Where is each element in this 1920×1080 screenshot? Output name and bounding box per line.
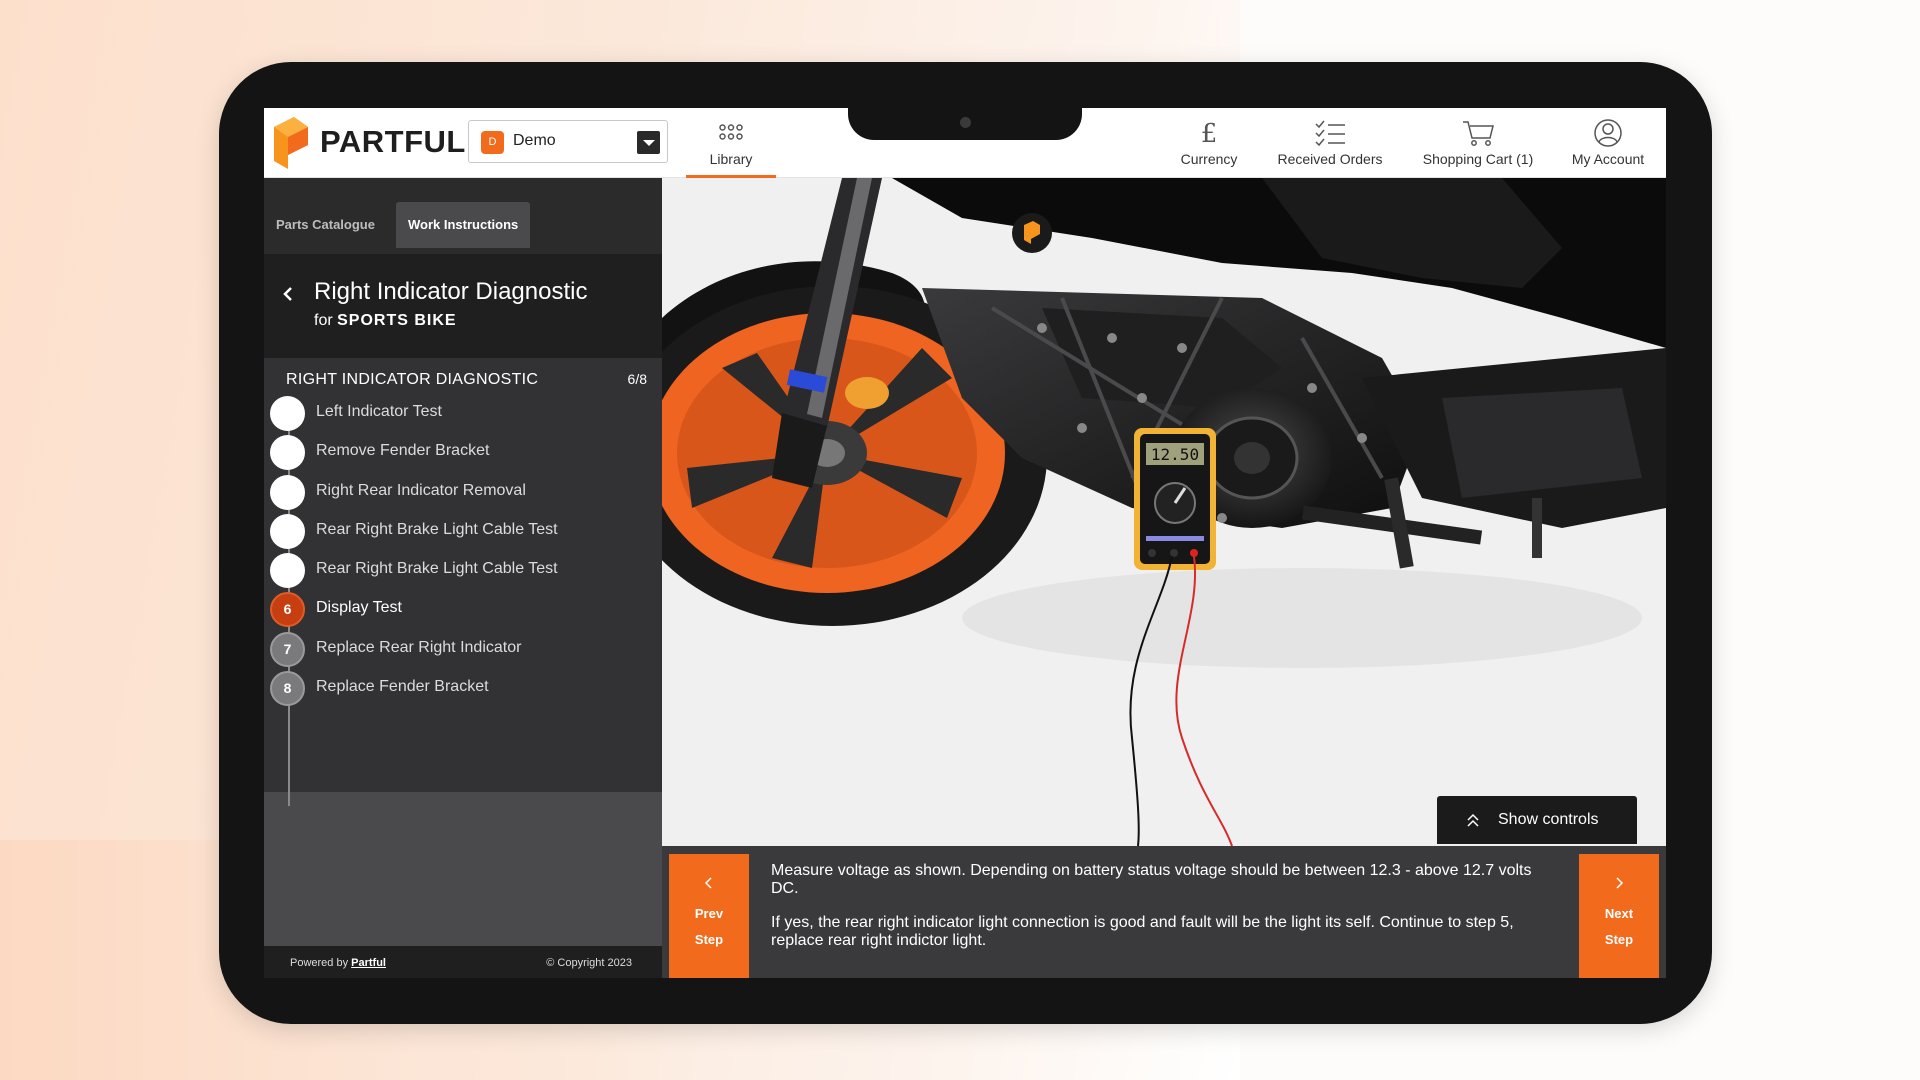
camera-icon [960, 117, 971, 128]
nav-my-account[interactable]: My Account [1560, 114, 1656, 178]
prev-step-button[interactable]: Prev Step [669, 854, 749, 978]
user-account-icon [1594, 119, 1622, 147]
step-number-badge: 7 [270, 631, 305, 667]
show-controls-label: Show controls [1498, 811, 1599, 828]
step-number-badge [270, 513, 305, 549]
instruction-bar: Prev Step Measure voltage as shown. Depe… [662, 846, 1666, 978]
procedure-subtitle: for SPORTS BIKE [314, 312, 457, 330]
copyright-text: © Copyright 2023 [546, 957, 632, 969]
nav-currency-label: Currency [1180, 151, 1238, 167]
step-label: Replace Rear Right Indicator [316, 638, 522, 656]
sidebar: Parts Catalogue Work Instructions Right … [264, 178, 662, 978]
chevron-right-icon [1616, 877, 1624, 889]
instruction-paragraph-1: Measure voltage as shown. Depending on b… [771, 862, 1532, 897]
step-number-badge [270, 396, 305, 431]
tab-parts-catalogue[interactable]: Parts Catalogue [264, 202, 387, 248]
procedure-title: Right Indicator Diagnostic [314, 278, 588, 305]
partful-badge [1012, 213, 1052, 253]
project-name: Demo [513, 132, 556, 149]
back-arrow-icon[interactable] [276, 282, 300, 306]
project-badge: D [481, 131, 504, 154]
step-item[interactable]: 7 Replace Rear Right Indicator [270, 631, 650, 667]
step-label: Remove Fender Bracket [316, 442, 490, 460]
library-grid-icon [719, 124, 743, 140]
step-item[interactable]: Left Indicator Test [270, 395, 650, 431]
nav-received-orders-label: Received Orders [1277, 151, 1383, 167]
3d-viewer[interactable]: 12.50 Show controls [662, 178, 1666, 846]
powered-by: Powered by Partful [290, 957, 386, 969]
step-label: Left Indicator Test [316, 403, 442, 420]
steps-panel: RIGHT INDICATOR DIAGNOSTIC 6/8 Left Indi… [264, 358, 662, 806]
chevron-left-icon [704, 877, 712, 889]
instruction-paragraph-2: If yes, the rear right indicator light c… [771, 914, 1514, 949]
step-number-badge [270, 435, 305, 471]
svg-text:£: £ [1201, 119, 1218, 148]
procedure-header: Right Indicator Diagnostic for SPORTS BI… [264, 254, 662, 358]
step-label: Display Test [316, 599, 402, 617]
procedure-for-label: for [314, 312, 333, 329]
nav-my-account-label: My Account [1571, 151, 1645, 167]
step-item[interactable]: Rear Right Brake Light Cable Test [270, 513, 650, 549]
nav-library-label: Library [709, 151, 753, 167]
steps-heading: RIGHT INDICATOR DIAGNOSTIC [286, 371, 539, 388]
prev-step-label-1: Prev [694, 906, 724, 921]
nav-shopping-cart[interactable]: Shopping Cart (1) [1411, 114, 1545, 178]
step-label: Rear Right Brake Light Cable Test [316, 520, 558, 538]
step-number-badge: 6 [270, 592, 305, 628]
show-controls-button[interactable]: Show controls [1437, 796, 1637, 844]
chevron-down-icon[interactable] [637, 131, 660, 154]
step-label: Replace Fender Bracket [316, 677, 489, 695]
powered-by-prefix: Powered by [290, 957, 349, 969]
nav-shopping-cart-label: Shopping Cart (1) [1422, 151, 1534, 167]
partful-logo-icon [274, 117, 308, 169]
app-screen: PARTFUL D Demo Library £ Currency Receiv… [264, 108, 1666, 978]
multimeter-reading: 12.50 [1151, 445, 1199, 464]
step-number-badge: 8 [270, 670, 305, 706]
multimeter[interactable]: 12.50 [1134, 428, 1216, 570]
next-step-label-1: Next [1604, 906, 1634, 921]
step-item[interactable]: Remove Fender Bracket [270, 434, 650, 471]
shopping-cart-icon [1463, 121, 1494, 146]
instruction-text: Measure voltage as shown. Depending on b… [771, 862, 1561, 966]
step-number-badge [270, 474, 305, 510]
step-item[interactable]: Right Rear Indicator Removal [270, 474, 650, 510]
powered-by-link[interactable]: Partful [351, 957, 386, 969]
next-step-button[interactable]: Next Step [1579, 854, 1659, 978]
steps-progress: 6/8 [627, 371, 647, 387]
step-item[interactable]: Rear Right Brake Light Cable Test [270, 552, 650, 588]
nav-received-orders[interactable]: Received Orders [1268, 114, 1392, 178]
sidebar-tabs: Parts Catalogue Work Instructions [264, 178, 662, 254]
pound-icon: £ [1201, 119, 1218, 148]
motorcycle-3d-model[interactable]: 12.50 [662, 178, 1666, 846]
step-item[interactable]: 6 Display Test [270, 591, 650, 628]
double-chevron-up-icon [1467, 813, 1479, 827]
brand-name[interactable]: PARTFUL [320, 122, 466, 162]
next-step-label-2: Step [1604, 932, 1634, 947]
prev-step-label-2: Step [694, 932, 724, 947]
checklist-icon [1315, 120, 1345, 147]
sidebar-footer: Powered by Partful © Copyright 2023 [264, 946, 662, 978]
procedure-vehicle: SPORTS BIKE [337, 312, 457, 329]
step-label: Rear Right Brake Light Cable Test [316, 560, 558, 577]
step-number-badge [270, 553, 305, 588]
project-select[interactable]: D Demo [468, 120, 668, 163]
step-item[interactable]: 8 Replace Fender Bracket [270, 670, 650, 706]
step-label: Right Rear Indicator Removal [316, 481, 526, 499]
tab-work-instructions[interactable]: Work Instructions [396, 202, 531, 248]
nav-currency[interactable]: £ Currency [1169, 114, 1249, 178]
nav-library[interactable]: Library [686, 114, 776, 178]
